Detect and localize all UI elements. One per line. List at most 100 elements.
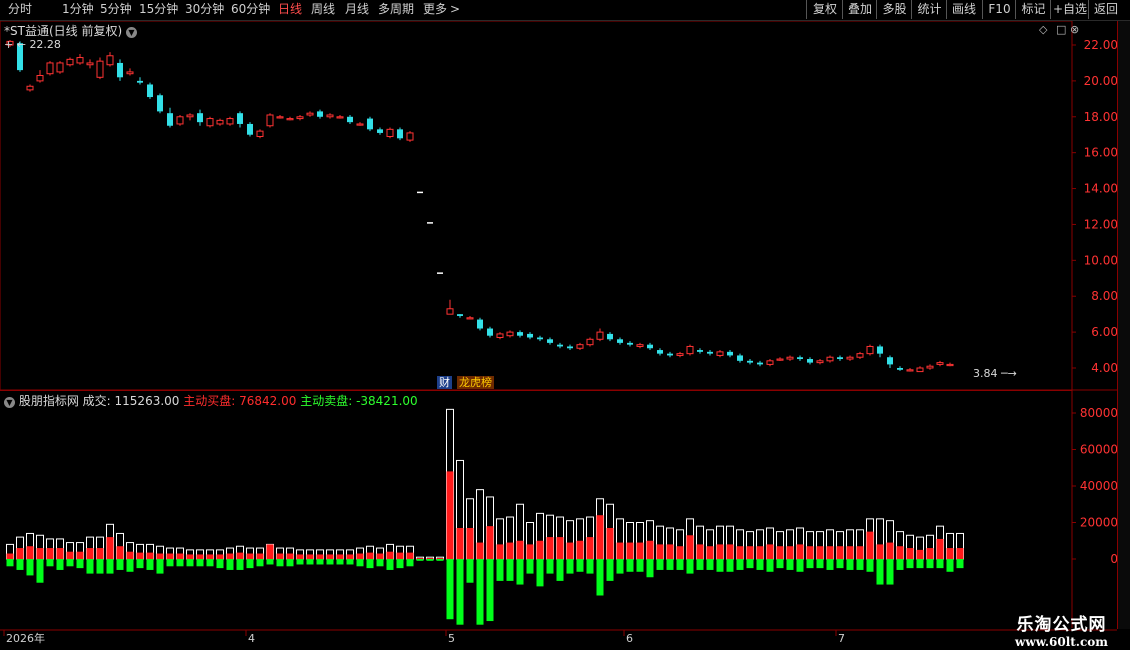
close-icon[interactable]: ⊗ bbox=[1070, 23, 1079, 36]
time-tick-label: 2026年 bbox=[6, 631, 45, 645]
finance-badge[interactable]: 财 bbox=[437, 376, 452, 389]
chevron-down-icon[interactable]: ▼ bbox=[4, 397, 15, 408]
sell-bar bbox=[396, 559, 404, 569]
candlestick-chart[interactable]: 22.00 20.00 18.00 16.00 14.00 12.00 10.00 8.00 6… bbox=[0, 21, 1130, 391]
buy-bar bbox=[796, 544, 804, 559]
longhubang-badge[interactable]: 龙虎榜 bbox=[457, 376, 494, 389]
candle-body bbox=[816, 360, 824, 364]
tab-weekly[interactable]: 周线 bbox=[311, 0, 335, 20]
sell-bar bbox=[266, 559, 274, 565]
tab-daily[interactable]: 日线 bbox=[278, 0, 302, 20]
stats-button[interactable]: 统计 bbox=[911, 0, 947, 19]
buy-bar bbox=[956, 548, 964, 559]
chevron-right-icon[interactable]: > bbox=[450, 0, 460, 20]
tab-monthly[interactable]: 月线 bbox=[345, 0, 369, 20]
buy-bar bbox=[556, 537, 564, 559]
sell-bar bbox=[156, 559, 164, 574]
back-button[interactable]: 返回 bbox=[1088, 0, 1123, 19]
tab-60min[interactable]: 60分钟 bbox=[231, 0, 270, 20]
candle-body bbox=[906, 369, 914, 372]
indicator-name[interactable]: 股朋指标网 bbox=[19, 394, 79, 408]
mark-button[interactable]: 标记 bbox=[1015, 0, 1051, 19]
f10-button[interactable]: F10 bbox=[982, 0, 1016, 19]
buy-bar bbox=[726, 544, 734, 559]
candle-body bbox=[596, 331, 604, 340]
tab-fenshi[interactable]: 分时 bbox=[8, 0, 32, 20]
candle-body bbox=[26, 85, 34, 91]
sell-bar bbox=[816, 559, 824, 569]
candle-body bbox=[697, 350, 703, 352]
sell-bar bbox=[576, 559, 584, 572]
candle-body bbox=[296, 116, 304, 120]
stock-title: *ST益通(日线 前复权) ▼ bbox=[4, 22, 137, 39]
buy-bar bbox=[106, 537, 114, 559]
buy-bar bbox=[906, 548, 914, 559]
candle-body bbox=[496, 333, 504, 338]
sell-bar bbox=[726, 559, 734, 572]
candle-body bbox=[707, 351, 713, 354]
candle-body bbox=[56, 62, 64, 73]
buy-bar bbox=[306, 554, 314, 559]
sell-bar bbox=[256, 559, 264, 567]
add-watchlist-button[interactable]: +自选 bbox=[1050, 0, 1089, 19]
multi-stock-button[interactable]: 多股 bbox=[876, 0, 912, 19]
buy-bar bbox=[236, 552, 244, 559]
tab-more[interactable]: 更多 bbox=[423, 0, 447, 20]
sell-bar bbox=[366, 559, 374, 569]
buy-bar bbox=[596, 515, 604, 559]
buy-bar bbox=[256, 553, 264, 559]
candle-body bbox=[176, 116, 184, 125]
sell-bar bbox=[106, 559, 114, 574]
sell-bar bbox=[516, 559, 524, 585]
buy-bar bbox=[116, 546, 124, 559]
volume-indicator-chart[interactable]: 800006000040000200000 bbox=[0, 391, 1130, 631]
candle-body bbox=[936, 362, 944, 365]
sell-bar bbox=[46, 559, 54, 567]
tab-multi-period[interactable]: 多周期 bbox=[378, 0, 414, 20]
candle-body bbox=[106, 55, 114, 66]
time-tick-label: 5 bbox=[448, 632, 455, 645]
tab-15min[interactable]: 15分钟 bbox=[139, 0, 178, 20]
buy-bar bbox=[606, 527, 614, 559]
candle-body bbox=[336, 116, 344, 119]
expand-icon[interactable]: □ bbox=[1056, 23, 1066, 36]
tab-30min[interactable]: 30分钟 bbox=[185, 0, 224, 20]
sell-bar bbox=[636, 559, 644, 572]
fuquan-button[interactable]: 复权 bbox=[806, 0, 843, 19]
buy-bar bbox=[656, 544, 664, 559]
candle-body bbox=[846, 356, 854, 360]
sell-bar bbox=[36, 559, 44, 583]
sell-bar bbox=[786, 559, 794, 570]
buy-bar bbox=[646, 540, 654, 559]
candle-body bbox=[126, 71, 134, 75]
candle-body bbox=[326, 114, 334, 118]
tab-1min[interactable]: 1分钟 bbox=[62, 0, 94, 20]
buy-bar bbox=[356, 553, 364, 559]
candle-body bbox=[167, 113, 173, 126]
candle-body bbox=[737, 355, 743, 361]
draw-line-button[interactable]: 画线 bbox=[946, 0, 981, 19]
tab-5min[interactable]: 5分钟 bbox=[100, 0, 132, 20]
sell-bar bbox=[836, 559, 844, 569]
price-tick-label: 20.00 bbox=[1084, 74, 1118, 88]
candle-body bbox=[557, 344, 563, 347]
overlay-button[interactable]: 叠加 bbox=[842, 0, 877, 19]
watermark-name: 乐淘公式网 bbox=[1016, 615, 1107, 635]
chevron-down-icon[interactable]: ▼ bbox=[125, 27, 137, 38]
diamond-icon[interactable]: ◇ bbox=[1039, 23, 1047, 36]
candle-body bbox=[256, 130, 264, 138]
candle-body bbox=[317, 111, 323, 117]
sell-bar bbox=[716, 559, 724, 572]
sell-bar bbox=[6, 559, 14, 567]
sell-bar bbox=[476, 559, 484, 625]
sell-bar bbox=[856, 559, 864, 570]
sell-bar bbox=[676, 559, 684, 570]
right-sidebar-strip[interactable] bbox=[1117, 21, 1130, 629]
price-tick-label: 16.00 bbox=[1084, 146, 1118, 160]
sell-bar bbox=[166, 559, 174, 567]
price-tick-label: 8.00 bbox=[1091, 289, 1118, 303]
candle-body bbox=[397, 129, 403, 139]
buy-bar bbox=[296, 554, 304, 559]
buy-bar bbox=[436, 558, 444, 559]
buy-bar bbox=[706, 546, 714, 559]
